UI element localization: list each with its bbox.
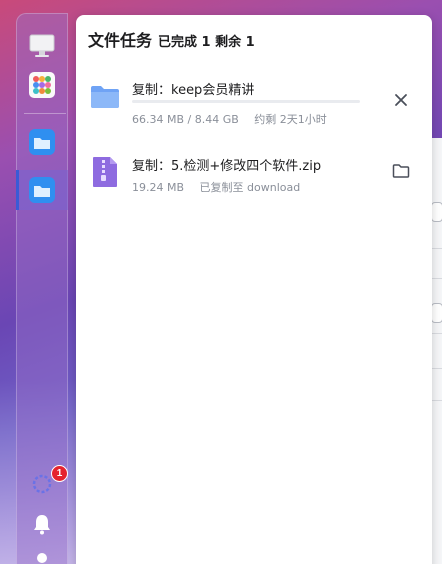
task-progress-bar [132, 100, 360, 103]
cancel-task-button[interactable] [390, 89, 412, 111]
task-size: 19.24 MB [132, 181, 185, 194]
close-icon [395, 94, 407, 106]
file-station-icon-active[interactable] [29, 177, 55, 203]
file-tasks-panel: 文件任务 已完成 1 剩余 1 复制：keep会员精讲 66.34 MB / 8… [76, 15, 432, 564]
folder-icon [88, 79, 122, 113]
open-folder-icon [392, 164, 410, 178]
task-item[interactable]: 复制：5.检测+修改四个软件.zip 19.24 MB 已复制至 downloa… [88, 155, 420, 199]
task-item[interactable]: 复制：keep会员精讲 66.34 MB / 8.44 GB 约剩 2天1小时 [88, 79, 420, 126]
panel-status: 已完成 1 剩余 1 [158, 35, 255, 50]
more-icon[interactable] [29, 549, 55, 564]
task-destination: 已复制至 download [199, 181, 301, 194]
monitor-icon[interactable] [29, 33, 55, 59]
panel-title: 文件任务 [88, 31, 153, 50]
task-size: 66.34 MB / 8.44 GB [132, 113, 239, 126]
task-eta: 约剩 2天1小时 [254, 113, 327, 126]
zip-file-icon [88, 155, 122, 189]
task-name: 复制：keep会员精讲 [132, 83, 255, 98]
open-folder-button[interactable] [390, 160, 412, 182]
dock-separator [24, 113, 66, 114]
task-name: 复制：5.检测+修改四个软件.zip [132, 159, 322, 174]
notification-badge: 1 [51, 465, 68, 482]
notification-bell-icon[interactable] [29, 511, 55, 537]
task-meta: 19.24 MB 已复制至 download [132, 179, 300, 195]
panel-header: 文件任务 已完成 1 剩余 1 [88, 27, 255, 51]
task-meta: 66.34 MB / 8.44 GB 约剩 2天1小时 [132, 111, 327, 127]
file-station-icon[interactable] [29, 129, 55, 155]
apps-grid-icon[interactable] [29, 72, 55, 98]
